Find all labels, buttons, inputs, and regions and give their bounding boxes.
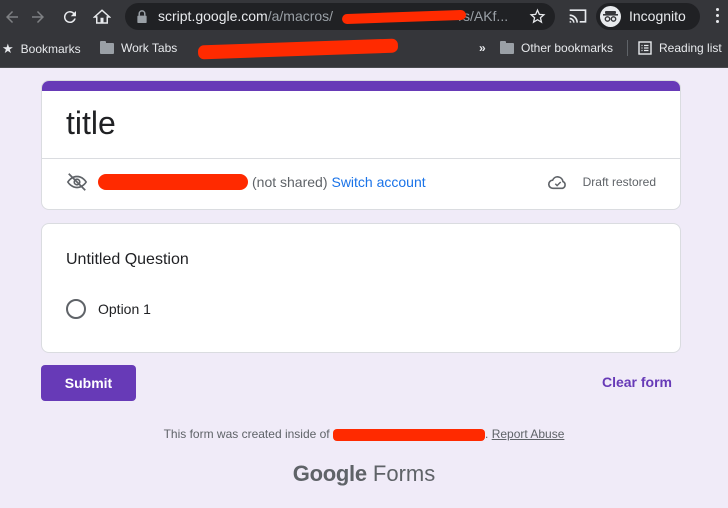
bookmarks-divider — [627, 40, 628, 56]
cast-icon[interactable] — [568, 7, 588, 25]
visibility-off-icon — [66, 173, 88, 191]
arrow-right-icon — [32, 11, 44, 23]
other-bookmarks[interactable]: Other bookmarks — [500, 40, 613, 55]
report-abuse-link[interactable]: Report Abuse — [492, 427, 565, 441]
accent-bar — [42, 81, 680, 91]
form-header-card: title (not shared) Switch account Draft … — [41, 80, 681, 210]
draft-status: Draft restored — [547, 173, 656, 191]
folder-icon — [100, 40, 114, 54]
folder-icon — [500, 40, 514, 54]
account-row: (not shared) Switch account — [66, 171, 426, 193]
header-divider — [42, 158, 680, 159]
star-icon: ★ — [2, 41, 14, 56]
clear-form-button[interactable]: Clear form — [602, 374, 672, 390]
reading-list-icon — [638, 41, 652, 55]
bookmark-star-icon[interactable] — [529, 8, 546, 25]
organization-redacted — [333, 428, 485, 441]
incognito-label: Incognito — [629, 8, 686, 24]
reload-icon — [63, 11, 76, 24]
arrow-left-icon — [6, 11, 18, 23]
lock-icon — [137, 10, 147, 23]
cloud-done-icon — [547, 176, 566, 190]
more-menu-icon[interactable] — [716, 8, 720, 24]
google-forms-logo[interactable]: Google Forms — [0, 461, 728, 487]
switch-account-link[interactable]: Switch account — [331, 174, 425, 190]
back-button[interactable] — [0, 5, 24, 29]
footer-disclaimer: This form was created inside of . Report… — [163, 427, 565, 441]
not-shared-label: (not shared) — [252, 174, 328, 190]
account-email-redacted — [98, 174, 248, 190]
submit-button[interactable]: Submit — [41, 365, 136, 401]
bookmark-work-tabs[interactable]: Work Tabs — [100, 40, 177, 55]
reload-button[interactable] — [58, 5, 82, 29]
radio-button[interactable] — [66, 299, 86, 319]
forward-button[interactable] — [26, 5, 50, 29]
home-icon — [93, 9, 111, 24]
incognito-indicator[interactable]: Incognito — [596, 3, 700, 30]
reading-list[interactable]: Reading list — [638, 41, 722, 55]
option-label: Option 1 — [98, 301, 151, 317]
radio-option[interactable]: Option 1 — [66, 299, 151, 319]
address-bar[interactable]: script.google.com/a/macros//s/AKf... — [125, 3, 555, 30]
incognito-icon — [600, 6, 621, 27]
bookmarks-overflow-button[interactable]: » — [479, 41, 486, 55]
browser-toolbar: script.google.com/a/macros//s/AKf... Inc… — [0, 0, 728, 33]
bookmark-bookmarks[interactable]: ★ Bookmarks — [2, 41, 81, 57]
question-card: Untitled Question Option 1 — [41, 223, 681, 353]
form-title: title — [66, 105, 116, 141]
question-title: Untitled Question — [66, 251, 189, 268]
home-button[interactable] — [90, 5, 114, 29]
